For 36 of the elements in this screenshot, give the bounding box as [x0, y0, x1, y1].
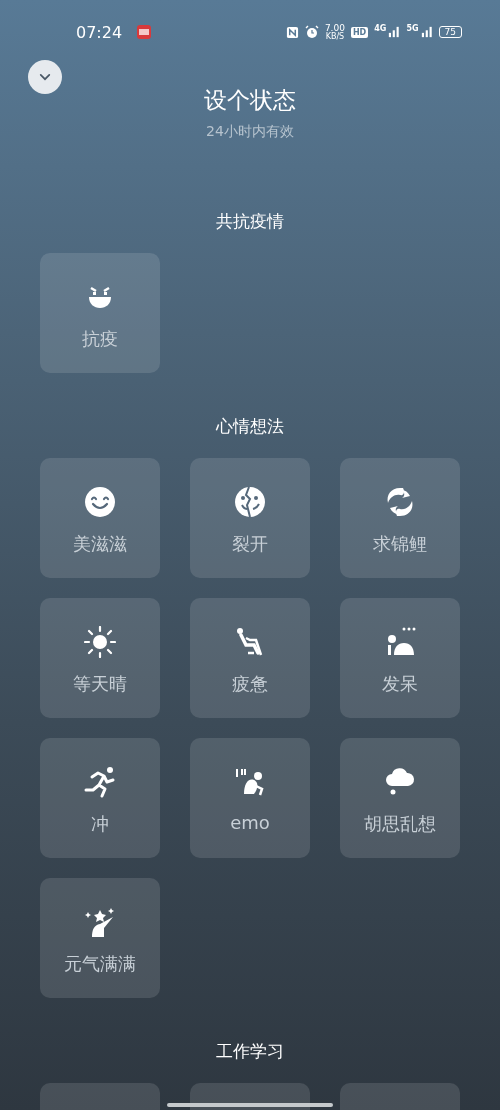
alarm-clock-icon: [304, 25, 319, 39]
section-title: 共抗疫情: [215, 210, 285, 233]
page-subtitle: 24小时内有效: [205, 122, 295, 141]
page-title: 设个状态: [203, 86, 297, 114]
status-tile[interactable]: 裂开: [190, 458, 310, 578]
cracked-face-icon: [234, 486, 266, 518]
section-title: 心情想法: [215, 415, 285, 438]
crouching-person-icon: [234, 766, 266, 798]
status-tile[interactable]: 抗疫: [40, 253, 160, 373]
collapse-button[interactable]: [28, 60, 62, 94]
speed-unit: KB/S: [325, 32, 345, 41]
status-tile[interactable]: emo: [190, 738, 310, 858]
status-tile[interactable]: 元气满满: [40, 878, 160, 998]
signal-icon: [420, 25, 433, 39]
network-type: 4G: [374, 24, 387, 33]
status-tile[interactable]: 胡思乱想: [340, 738, 460, 858]
chevron-down-icon: [39, 72, 51, 82]
nfc-icon: [285, 25, 299, 39]
hd-badge: HD: [350, 26, 369, 38]
status-time: 07:24: [76, 22, 123, 42]
network-speed: 7.00: [324, 23, 345, 33]
status-tile[interactable]: 求锦鲤: [340, 458, 460, 578]
battery-level: 75: [438, 26, 462, 38]
network-type: 5G: [406, 24, 419, 33]
status-tile[interactable]: 等天晴: [40, 598, 160, 718]
running-person-icon: [84, 766, 116, 798]
cheering-person-stars-icon: [84, 906, 116, 938]
signal-icon: [388, 25, 401, 39]
status-tile[interactable]: 美滋滋: [40, 458, 160, 578]
smiley-icon: [84, 486, 116, 518]
status-tile[interactable]: 疲惫: [190, 598, 310, 718]
sun-icon: [84, 626, 116, 658]
section-title: 工作学习: [215, 1040, 285, 1063]
app-icon: [136, 24, 153, 40]
status-tile[interactable]: 发呆: [340, 598, 460, 718]
status-tile[interactable]: 冲: [40, 738, 160, 858]
